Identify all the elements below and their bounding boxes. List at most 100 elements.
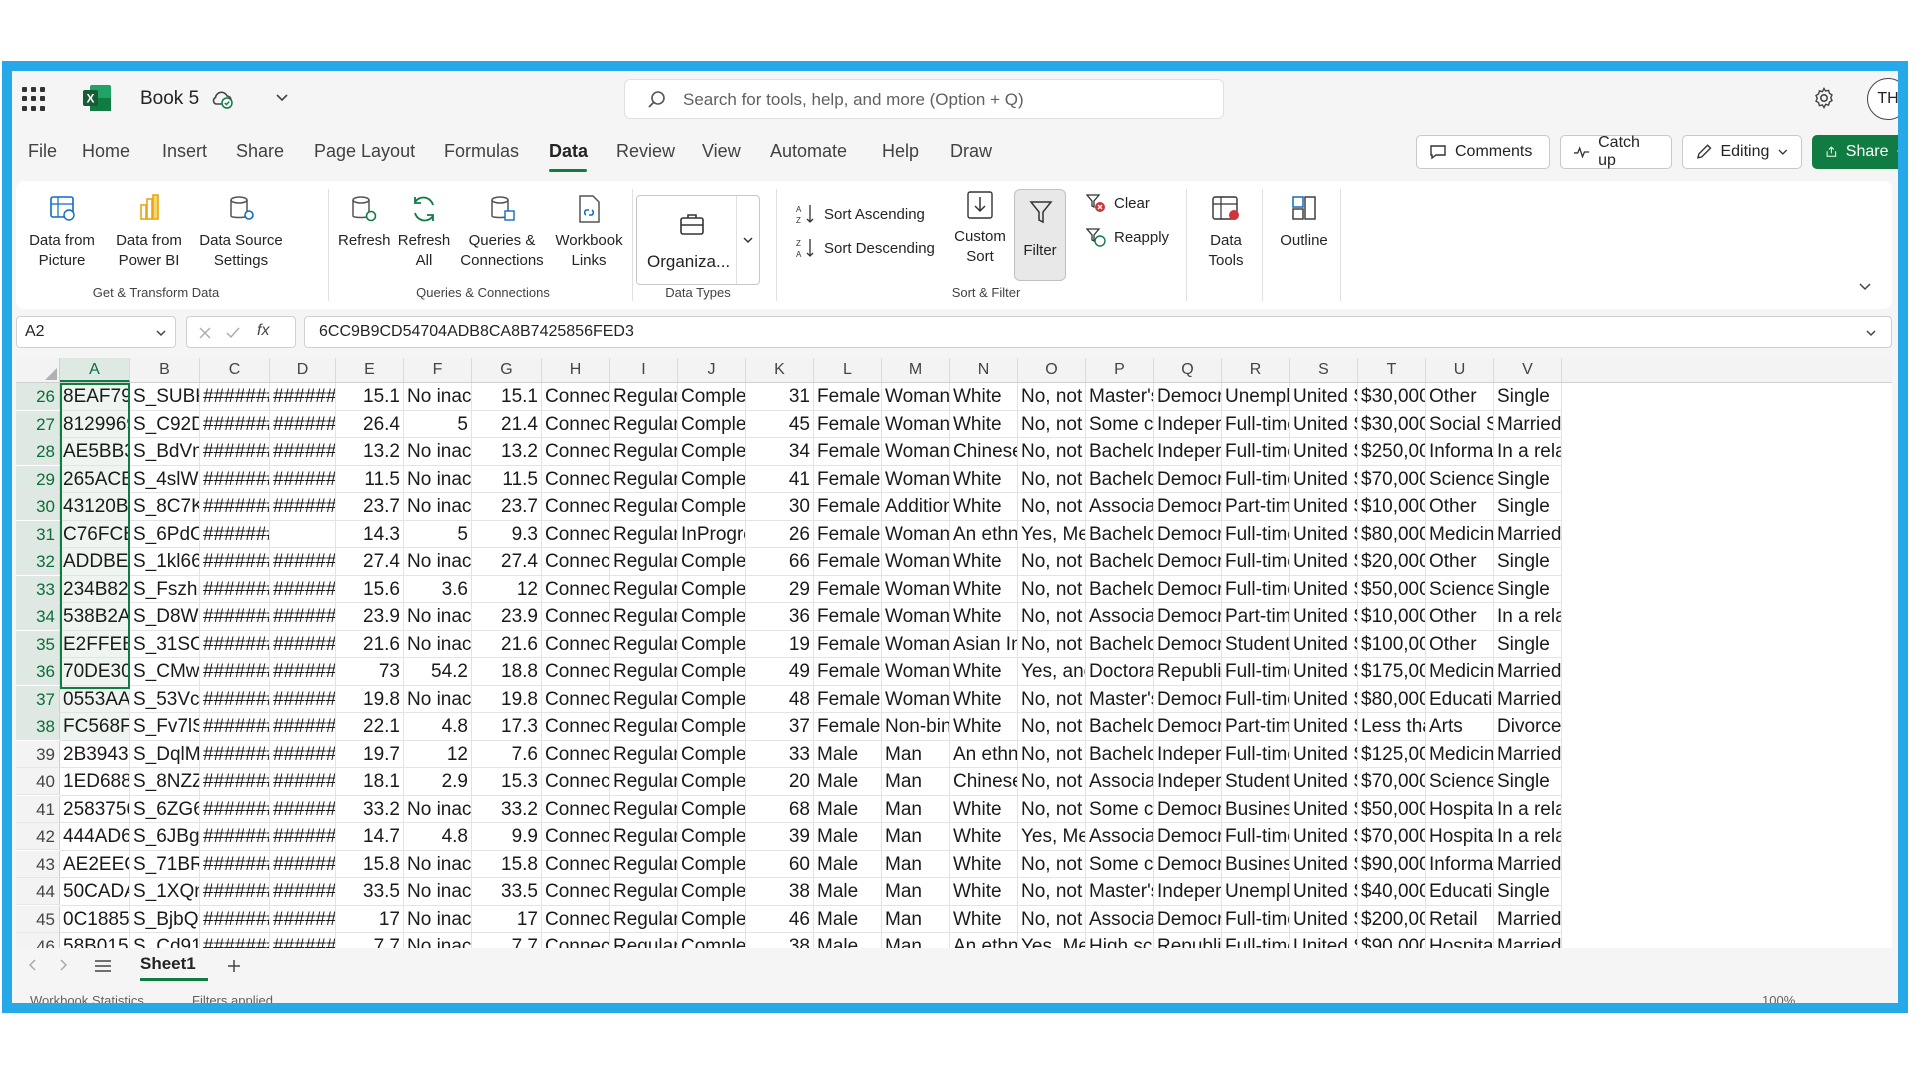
row-header[interactable]: 41 [16,795,60,823]
cell-u40[interactable]: Science, T [1426,768,1494,796]
row-header[interactable]: 42 [16,823,60,850]
cell-p42[interactable]: Associate [1086,823,1154,851]
refresh-button[interactable]: Refresh [338,193,391,251]
cell-l38[interactable]: Female [814,713,882,741]
cell-d35[interactable]: ######## [270,630,336,658]
cell-d44[interactable]: ######## [270,878,336,906]
cell-v35[interactable]: Single [1494,630,1562,658]
row-header[interactable]: 26 [16,383,60,410]
row-header[interactable]: 46 [16,933,60,948]
cell-r29[interactable]: Full-time [1222,465,1290,493]
cell-e34[interactable]: 23.9 [336,603,404,631]
cell-m35[interactable]: Woman [882,630,950,658]
column-header-g[interactable]: G [472,358,542,382]
cell-k27[interactable]: 45 [746,410,814,438]
cell-r35[interactable]: Student [1222,630,1290,658]
cell-f44[interactable]: No inactiv [404,878,472,906]
cell-h30[interactable]: Connect [542,493,610,521]
cell-c35[interactable]: ######## [200,630,270,658]
cell-e33[interactable]: 15.6 [336,575,404,603]
cell-t45[interactable]: $200,000 [1358,905,1426,933]
cell-p41[interactable]: Some coll [1086,795,1154,823]
cell-e38[interactable]: 22.1 [336,713,404,741]
cell-h35[interactable]: Connect [542,630,610,658]
cell-h29[interactable]: Connect [542,465,610,493]
cell-d34[interactable]: ######## [270,603,336,631]
cell-e27[interactable]: 26.4 [336,410,404,438]
column-header-p[interactable]: P [1086,358,1154,382]
cell-f28[interactable]: No inactiv [404,438,472,466]
cell-m36[interactable]: Woman [882,658,950,686]
cell-s46[interactable]: United Sta [1290,933,1358,948]
cell-q37[interactable]: Democrat [1154,685,1222,713]
cell-j26[interactable]: Complete [678,383,746,411]
cell-m34[interactable]: Woman [882,603,950,631]
cell-r46[interactable]: Full-time [1222,933,1290,948]
dropdown-caret[interactable] [736,196,759,284]
cell-a38[interactable]: FC568F2 [60,713,130,741]
cell-c46[interactable]: ######## [200,933,270,948]
cell-e44[interactable]: 33.5 [336,878,404,906]
name-box[interactable]: A2 [16,316,176,348]
cell-k37[interactable]: 48 [746,685,814,713]
cell-o31[interactable]: Yes, Mexic [1018,520,1086,548]
cell-c38[interactable]: ######## [200,713,270,741]
cell-t33[interactable]: $50,000-$ [1358,575,1426,603]
cell-s31[interactable]: United Sta [1290,520,1358,548]
cell-h31[interactable]: Connect [542,520,610,548]
cell-d41[interactable]: ######## [270,795,336,823]
cell-a37[interactable]: 0553AA2 [60,685,130,713]
cell-e39[interactable]: 19.7 [336,740,404,768]
all-sheets-icon[interactable] [94,958,112,974]
cell-h42[interactable]: Connect [542,823,610,851]
cell-g43[interactable]: 15.8 [472,850,542,878]
cell-r39[interactable]: Full-time [1222,740,1290,768]
cell-p46[interactable]: High scho [1086,933,1154,948]
cell-v37[interactable]: Married [1494,685,1562,713]
cell-c43[interactable]: ######## [200,850,270,878]
app-launcher-icon[interactable] [20,85,48,113]
cell-i41[interactable]: Regular [610,795,678,823]
cell-k31[interactable]: 26 [746,520,814,548]
cell-u27[interactable]: Social Sci [1426,410,1494,438]
cell-i37[interactable]: Regular [610,685,678,713]
cell-d30[interactable]: ######## [270,493,336,521]
cell-m44[interactable]: Man [882,878,950,906]
cell-l30[interactable]: Female [814,493,882,521]
cell-r42[interactable]: Full-time [1222,823,1290,851]
cell-q30[interactable]: Democrat [1154,493,1222,521]
cell-m33[interactable]: Woman [882,575,950,603]
ribbon-collapse-icon[interactable] [1858,279,1872,293]
cell-d36[interactable]: ######## [270,658,336,686]
cell-a41[interactable]: 2583756F [60,795,130,823]
column-header-h[interactable]: H [542,358,610,382]
cell-l35[interactable]: Female [814,630,882,658]
cell-q26[interactable]: Democrat [1154,383,1222,411]
cell-n38[interactable]: White [950,713,1018,741]
cell-e36[interactable]: 73 [336,658,404,686]
cell-v31[interactable]: Married [1494,520,1562,548]
cell-c40[interactable]: ######## [200,768,270,796]
cell-m41[interactable]: Man [882,795,950,823]
cell-b29[interactable]: S_4slWFT [130,465,200,493]
column-header-m[interactable]: M [882,358,950,382]
cell-u34[interactable]: Other [1426,603,1494,631]
cell-t30[interactable]: $10,000-$ [1358,493,1426,521]
cell-l40[interactable]: Male [814,768,882,796]
cell-i39[interactable]: Regular [610,740,678,768]
cell-f40[interactable]: 2.9 [404,768,472,796]
cell-e43[interactable]: 15.8 [336,850,404,878]
cell-h46[interactable]: Connect [542,933,610,948]
row-header[interactable]: 38 [16,713,60,740]
cell-t44[interactable]: $40,000-$ [1358,878,1426,906]
spreadsheet-grid[interactable]: ABCDEFGHIJKLMNOPQRSTUV 268EAF79B7S_SUBKW… [16,358,1892,948]
cell-d27[interactable]: ######## [270,410,336,438]
scroll-right-icon[interactable] [56,958,70,972]
cell-e45[interactable]: 17 [336,905,404,933]
tab-home[interactable]: Home [82,141,130,162]
cell-i38[interactable]: Regular [610,713,678,741]
row-header[interactable]: 30 [16,493,60,520]
cell-g41[interactable]: 33.2 [472,795,542,823]
cell-i29[interactable]: Regular [610,465,678,493]
cell-s29[interactable]: United Sta [1290,465,1358,493]
